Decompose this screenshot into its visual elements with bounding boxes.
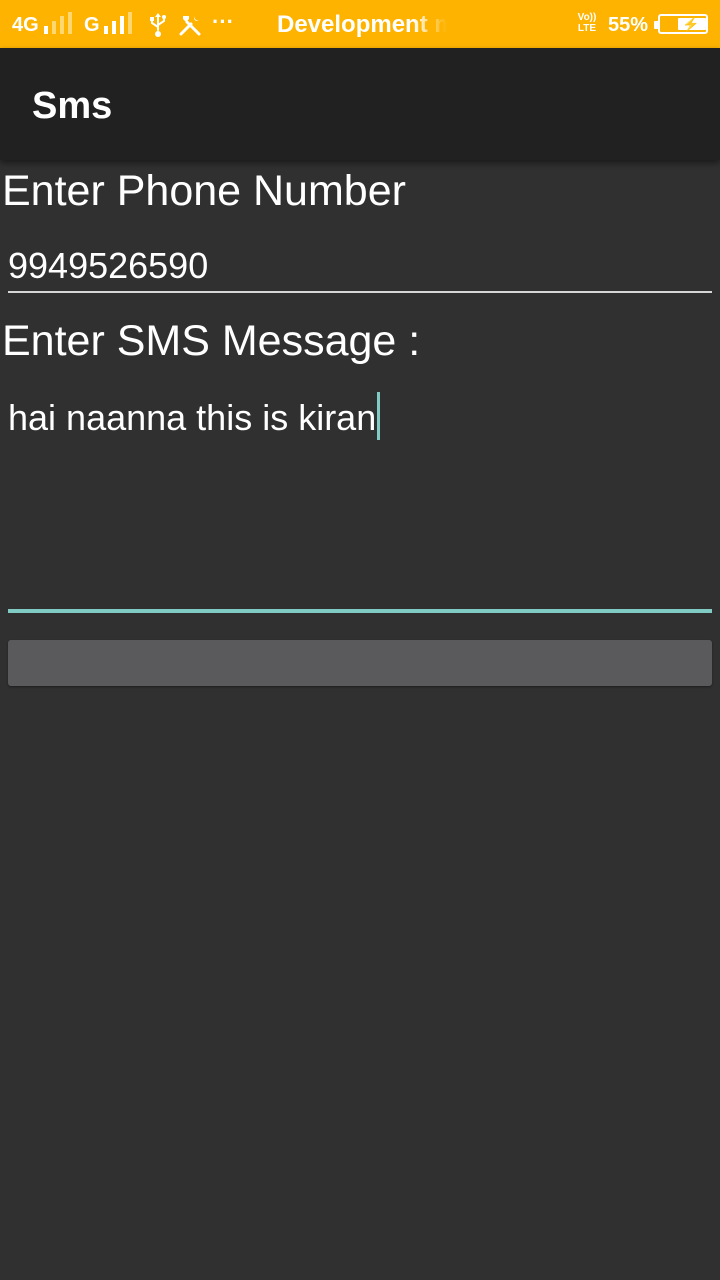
battery-icon: ⚡ (654, 14, 708, 34)
tools-icon (179, 16, 201, 36)
sms-message-underline (8, 609, 712, 613)
sms-message-text: hai naanna this is kiran (8, 397, 377, 438)
charging-bolt-icon: ⚡ (682, 16, 700, 32)
sms-message-label: Enter SMS Message : (2, 317, 421, 365)
sms-message-input[interactable]: hai naanna this is kiran (8, 392, 712, 612)
text-cursor (377, 392, 381, 440)
phone-number-underline (8, 291, 712, 293)
volte-icon: Vo)) LTE (575, 12, 599, 34)
network-type-4g: 4G (12, 14, 39, 36)
app-bar: Sms (0, 48, 720, 160)
usb-icon (150, 13, 166, 37)
status-bar: 4G G ··· Development mode Vo)) LTE 55% ⚡ (0, 0, 720, 48)
volte-bottom: LTE (577, 23, 597, 34)
app-title: Sms (32, 85, 113, 127)
phone-number-input[interactable]: 9949526590 (8, 244, 712, 288)
battery-percent: 55% (608, 14, 649, 36)
notification-title: Development mode (277, 11, 447, 38)
volte-top: Vo)) (577, 12, 597, 23)
more-notifications-icon: ··· (212, 9, 234, 34)
phone-number-label: Enter Phone Number (2, 167, 406, 215)
signal-icon-2 (104, 12, 132, 34)
send-button[interactable] (8, 640, 712, 686)
network-type-g: G (84, 14, 100, 36)
signal-icon (44, 12, 72, 34)
